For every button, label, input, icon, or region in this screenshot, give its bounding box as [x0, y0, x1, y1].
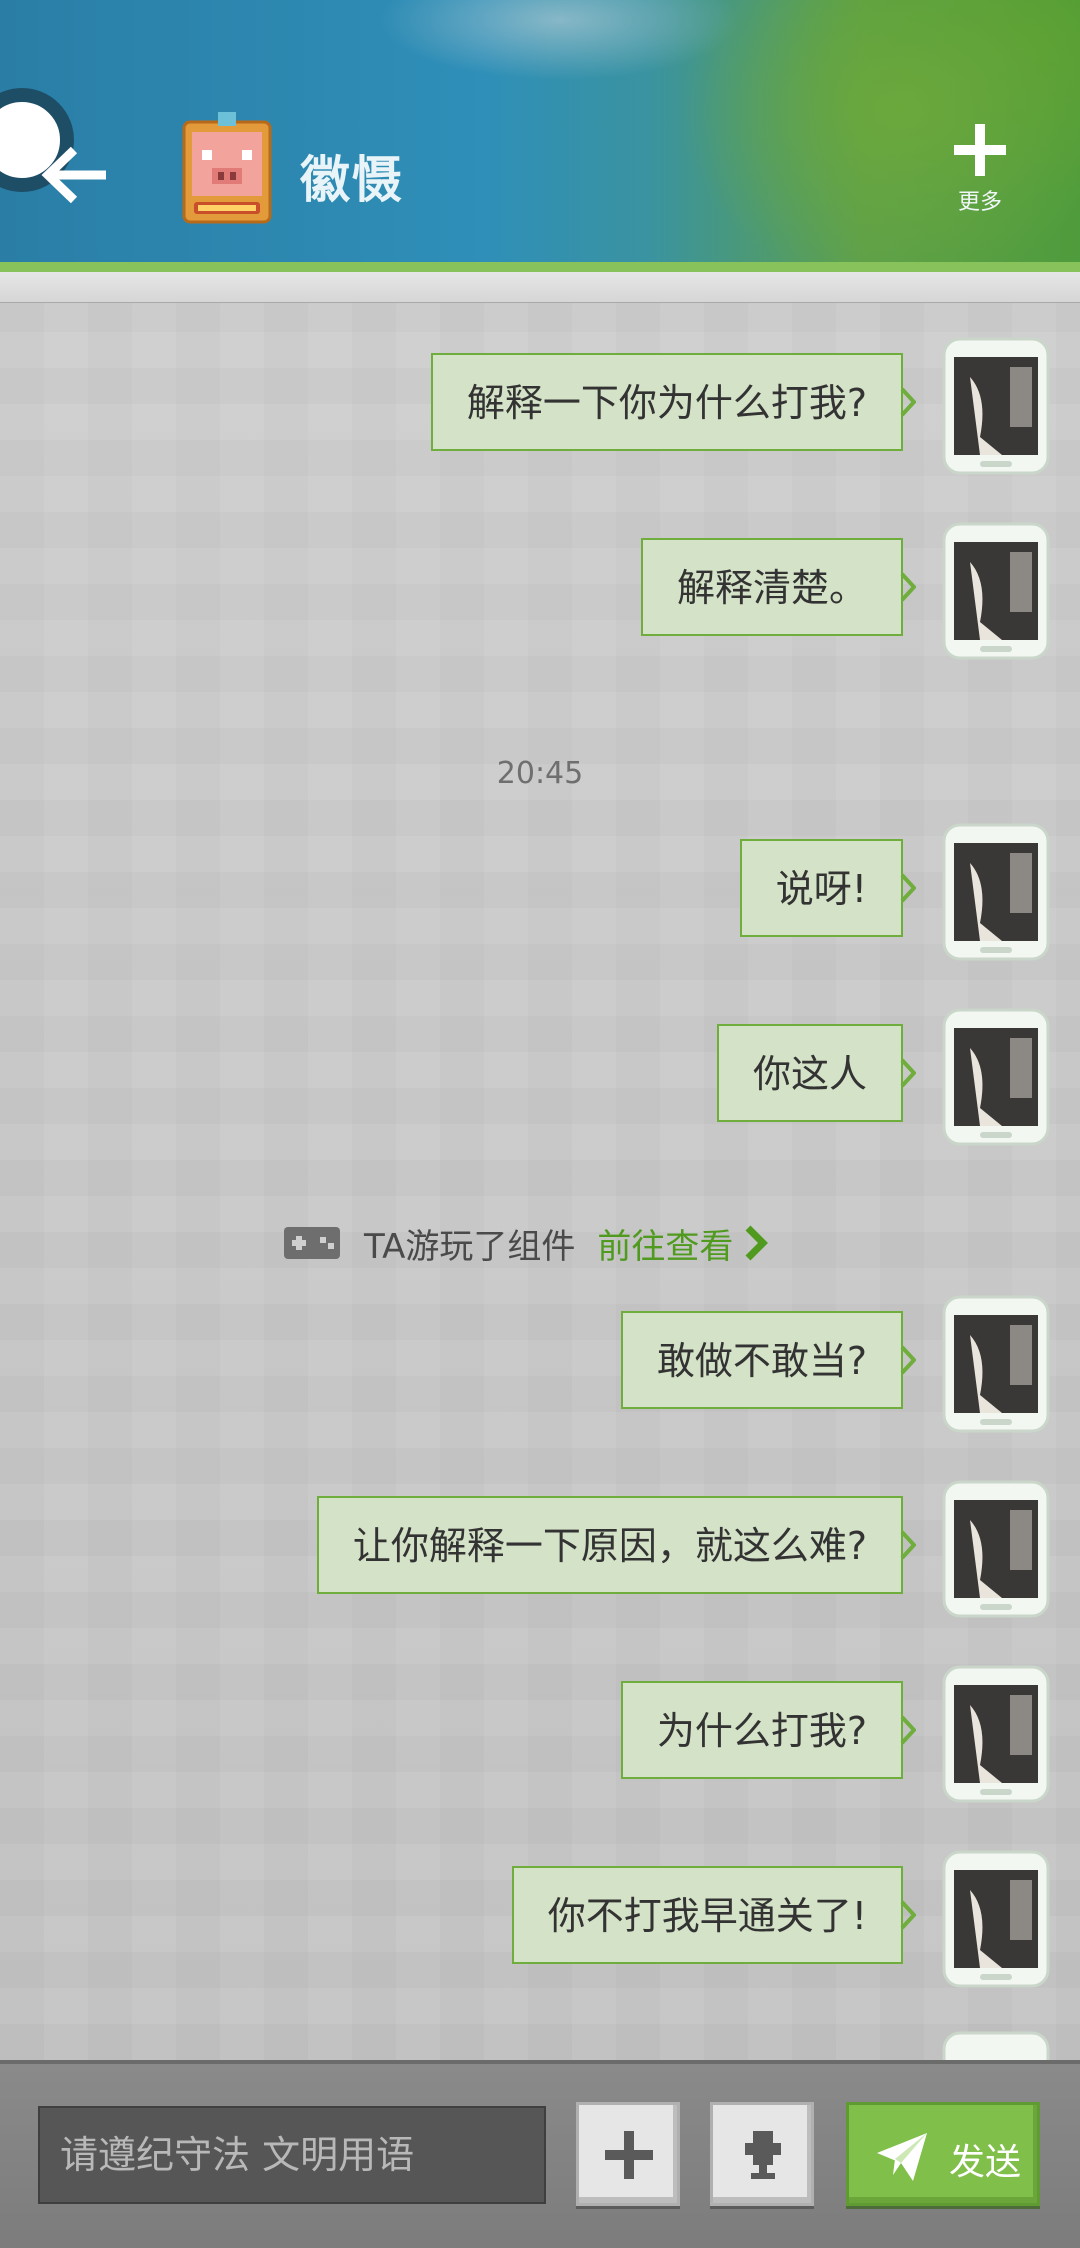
- self-avatar[interactable]: [940, 2031, 1052, 2060]
- chevron-right-icon[interactable]: [743, 1224, 769, 1262]
- message-row: 你这人: [0, 1008, 1080, 1146]
- voice-button[interactable]: [710, 2102, 814, 2206]
- bubble-tail-icon: [900, 1345, 916, 1375]
- message-bubble[interactable]: 为什么打我?: [620, 1681, 903, 1779]
- message-row: 解释一下你为什么打我?: [0, 337, 1080, 475]
- bubble-tail-icon: [900, 873, 916, 903]
- message-bubble[interactable]: 解释清楚。: [640, 538, 903, 636]
- self-avatar[interactable]: [940, 1480, 1052, 1618]
- contact-name: 徽慑: [300, 151, 404, 209]
- message-bubble[interactable]: 你这人: [716, 1024, 903, 1122]
- paper-plane-icon: [877, 2133, 927, 2181]
- self-avatar[interactable]: [940, 1295, 1052, 1433]
- bubble-tail-icon: [900, 572, 916, 602]
- plus-icon: [605, 2131, 653, 2179]
- message-row: 敢做不敢当?: [0, 1295, 1080, 1433]
- self-avatar[interactable]: [940, 337, 1052, 475]
- send-label: 发送: [949, 2142, 1022, 2183]
- self-avatar[interactable]: [940, 1008, 1052, 1146]
- message-timestamp: 20:45: [496, 756, 584, 791]
- plus-icon: [954, 124, 1006, 176]
- message-row: 解释清楚。: [0, 522, 1080, 660]
- message-row: 说呀!: [0, 823, 1080, 961]
- microphone-icon: [745, 2131, 781, 2179]
- back-arrow-icon[interactable]: [40, 140, 110, 210]
- chat-message-list[interactable]: 解释一下你为什么打我? 解释清楚。 20:45 说呀! 你这人 TA游玩了组件 …: [0, 303, 1080, 2060]
- composer-bar: 请遵纪守法 文明用语 发送: [0, 2060, 1080, 2248]
- message-bubble[interactable]: 说呀!: [739, 839, 903, 937]
- bubble-tail-icon: [900, 1058, 916, 1088]
- more-button[interactable]: 更多: [942, 120, 1018, 220]
- bubble-tail-icon: [900, 1900, 916, 1930]
- message-bubble[interactable]: 让你解释一下原因，就这么难?: [316, 1496, 903, 1594]
- self-avatar[interactable]: [940, 1850, 1052, 1988]
- message-row: 让你解释一下原因，就这么难?: [0, 1480, 1080, 1618]
- bubble-tail-icon: [900, 1715, 916, 1745]
- message-row: 为什么打我?: [0, 1665, 1080, 1803]
- send-button[interactable]: 发送: [846, 2102, 1040, 2206]
- more-label: 更多: [957, 190, 1002, 215]
- attach-button[interactable]: [576, 2102, 680, 2206]
- message-bubble[interactable]: 解释一下你为什么打我?: [430, 353, 903, 451]
- self-avatar[interactable]: [940, 522, 1052, 660]
- bubble-tail-icon: [900, 1530, 916, 1560]
- message-input[interactable]: 请遵纪守法 文明用语: [38, 2106, 546, 2204]
- self-avatar[interactable]: [940, 823, 1052, 961]
- header-shadow: [0, 272, 1080, 303]
- chat-header: 徽慑 更多: [0, 0, 1080, 262]
- message-bubble[interactable]: 你不打我早通关了!: [511, 1866, 903, 1964]
- gamepad-icon: [284, 1227, 340, 1259]
- notice-text: TA游玩了组件: [364, 1226, 576, 1267]
- contact-avatar[interactable]: [178, 112, 276, 228]
- message-bubble[interactable]: 敢做不敢当?: [620, 1311, 903, 1409]
- self-avatar[interactable]: [940, 1665, 1052, 1803]
- message-row: 你不打我早通关了!: [0, 1850, 1080, 1988]
- bubble-tail-icon: [900, 387, 916, 417]
- game-activity-notice: TA游玩了组件 前往查看: [282, 1218, 769, 1268]
- header-divider: [0, 262, 1080, 272]
- view-link[interactable]: 前往查看: [597, 1219, 733, 1268]
